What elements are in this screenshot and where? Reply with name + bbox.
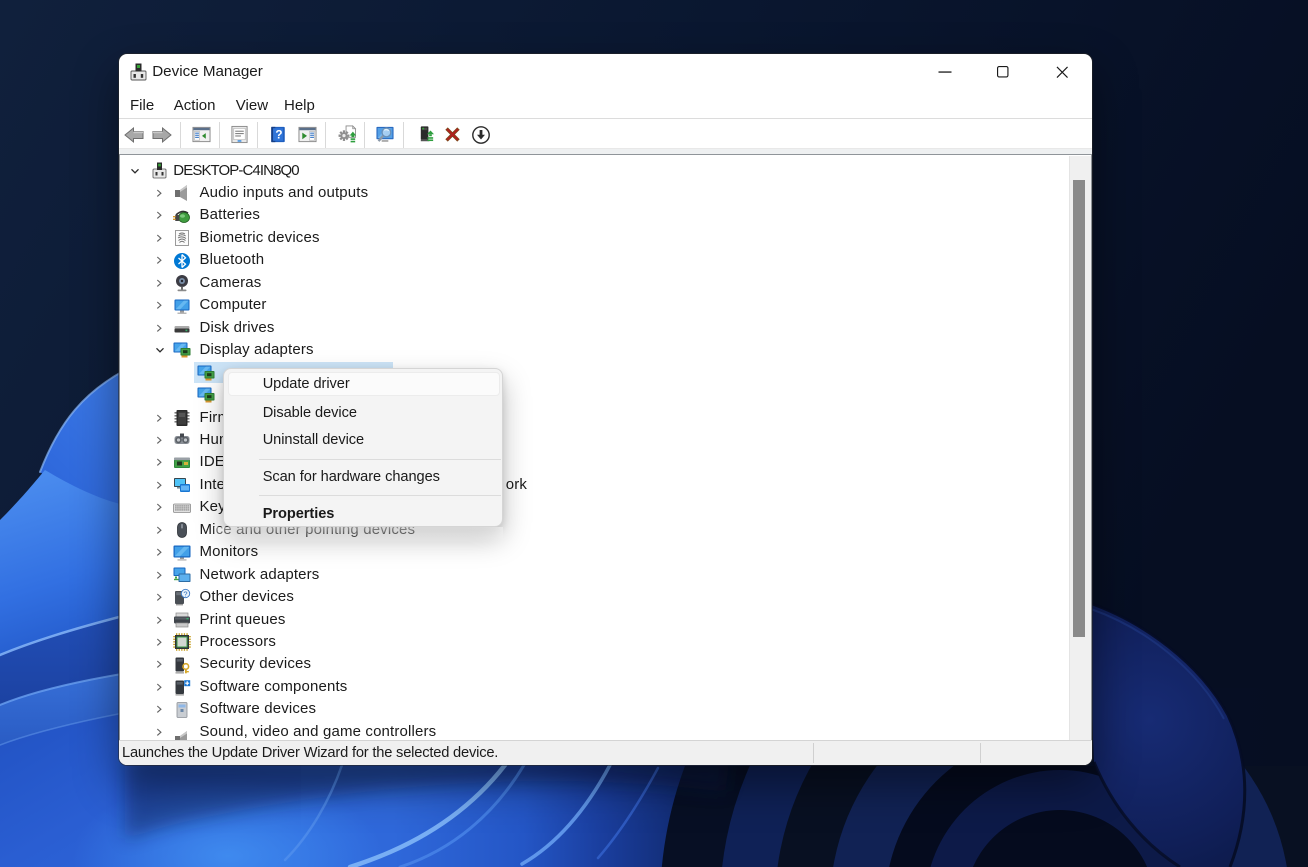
svg-text:?: ?: [184, 590, 188, 599]
svg-text:?: ?: [276, 129, 283, 142]
